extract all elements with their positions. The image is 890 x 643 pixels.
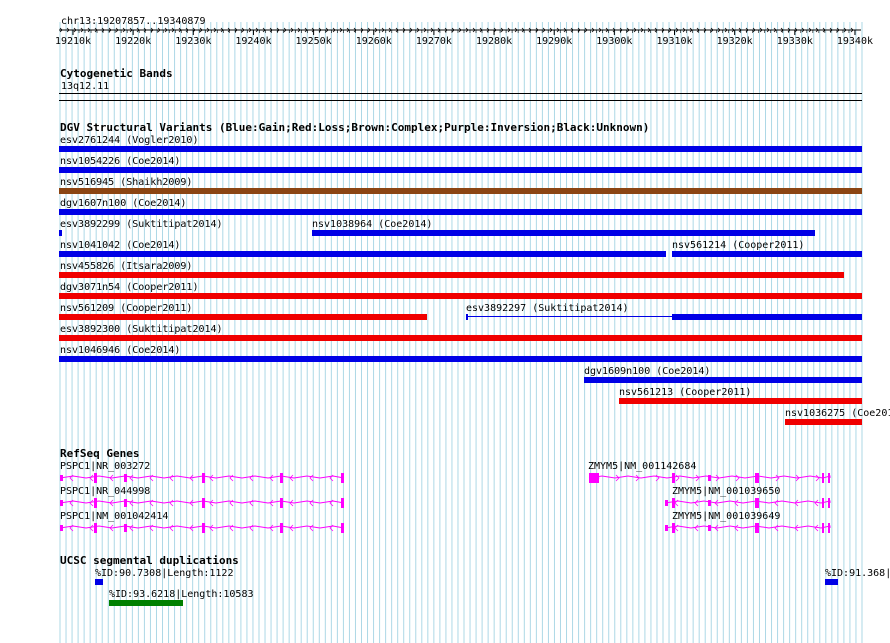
gene-label[interactable]: ZMYM5|NM_001039650 (672, 486, 780, 497)
ruler-tick-label: 19300k (596, 36, 632, 47)
segdup-feature-label: %ID:91.368| (825, 568, 890, 579)
dgv-feature-label: dgv1609n100 (Coe2014) (584, 366, 711, 377)
dgv-feature-bar[interactable] (619, 398, 862, 404)
dgv-feature-label: nsv1036275 (Coe2014) (785, 408, 890, 419)
ruler-tick-label: 19330k (777, 36, 813, 47)
segdup-feature-bar[interactable] (825, 579, 838, 585)
ruler-tick-label: 19340k (837, 36, 873, 47)
ruler-tick-label: 19320k (717, 36, 753, 47)
dgv-feature-bar[interactable] (59, 251, 666, 257)
ruler-tick-label: 19240k (235, 36, 271, 47)
gene-label[interactable]: PSPC1|NM_001042414 (60, 511, 168, 522)
ruler-tick-label: 19220k (115, 36, 151, 47)
dgv-feature-label: nsv561213 (Cooper2011) (619, 387, 752, 398)
cytoband-track-title: Cytogenetic Bands (60, 67, 173, 80)
dgv-feature-block[interactable] (672, 314, 862, 320)
dgv-feature-bar[interactable] (59, 209, 862, 215)
ruler-tick-label: 19260k (356, 36, 392, 47)
dgv-feature-label: nsv561209 (Cooper2011) (60, 303, 193, 314)
dgv-feature-bar[interactable] (59, 230, 62, 236)
dgv-feature-label: nsv1054226 (Coe2014) (60, 156, 181, 167)
dgv-feature-bar[interactable] (584, 377, 862, 383)
ruler-tick-label: 19250k (296, 36, 332, 47)
dgv-feature-label: esv3892299 (Suktitipat2014) (60, 219, 223, 230)
segdup-feature-label: %ID:93.6218|Length:10583 (109, 589, 254, 600)
dgv-feature-label: nsv1038964 (Coe2014) (312, 219, 433, 230)
segdup-track-title: UCSC segmental duplications (60, 554, 239, 567)
ruler-tick-label: 19270k (416, 36, 452, 47)
refseq-track-title: RefSeq Genes (60, 447, 140, 460)
dgv-feature-bar[interactable] (59, 293, 862, 299)
dgv-feature-block[interactable] (466, 314, 468, 320)
dgv-feature-label: dgv3071n54 (Cooper2011) (60, 282, 199, 293)
ruler-tick-label: 19230k (175, 36, 211, 47)
dgv-track-title: DGV Structural Variants (Blue:Gain;Red:L… (60, 121, 650, 134)
cytoband-label[interactable]: 13q12.11 (61, 81, 109, 92)
dgv-feature-label: esv3892300 (Suktitipat2014) (60, 324, 223, 335)
dgv-feature-bar[interactable] (59, 335, 862, 341)
segdup-feature-label: %ID:90.7308|Length:1122 (95, 568, 234, 579)
dgv-feature-label: dgv1607n100 (Coe2014) (60, 198, 187, 209)
dgv-feature-label: nsv1046946 (Coe2014) (60, 345, 181, 356)
gene-label[interactable]: PSPC1|NR_044998 (60, 486, 150, 497)
dgv-feature-label: nsv455826 (Itsara2009) (60, 261, 193, 272)
dgv-feature-label: nsv1041042 (Coe2014) (60, 240, 181, 251)
dgv-feature-bar[interactable] (672, 251, 862, 257)
dgv-feature-label: esv3892297 (Suktitipat2014) (466, 303, 629, 314)
segdup-feature-bar[interactable] (95, 579, 103, 585)
ruler-tick-label: 19290k (536, 36, 572, 47)
gene-label[interactable]: PSPC1|NR_003272 (60, 461, 150, 472)
ruler-axis[interactable]: 19210k 19220k 19230k 19240k 19250k 19260k 1927… (0, 22, 890, 72)
dgv-feature-bar[interactable] (59, 314, 427, 320)
dgv-feature-bar[interactable] (59, 146, 862, 152)
cytoband-ideogram-bottom (59, 100, 862, 101)
gene-label[interactable]: ZMYM5|NM_001142684 (588, 461, 696, 472)
dgv-feature-label: nsv516945 (Shaikh2009) (60, 177, 193, 188)
ruler-tick-label: 19280k (476, 36, 512, 47)
dgv-feature-bar[interactable] (59, 188, 862, 194)
dgv-feature-connector (468, 316, 672, 317)
ruler-tick-label: 19310k (656, 36, 692, 47)
dgv-feature-label: nsv561214 (Cooper2011) (672, 240, 805, 251)
ruler-tick-label: 19210k (55, 36, 91, 47)
dgv-feature-bar[interactable] (59, 356, 862, 362)
dgv-feature-bar[interactable] (59, 272, 844, 278)
gene-label[interactable]: ZMYM5|NM_001039649 (672, 511, 780, 522)
cytoband-ideogram-top (59, 93, 862, 94)
dgv-feature-bar[interactable] (785, 419, 862, 425)
segdup-feature-bar[interactable] (109, 600, 183, 606)
dgv-feature-bar[interactable] (59, 167, 862, 173)
grid-lines (59, 22, 863, 643)
dgv-feature-label: esv2761244 (Vogler2010) (60, 135, 199, 146)
dgv-feature-bar[interactable] (312, 230, 815, 236)
